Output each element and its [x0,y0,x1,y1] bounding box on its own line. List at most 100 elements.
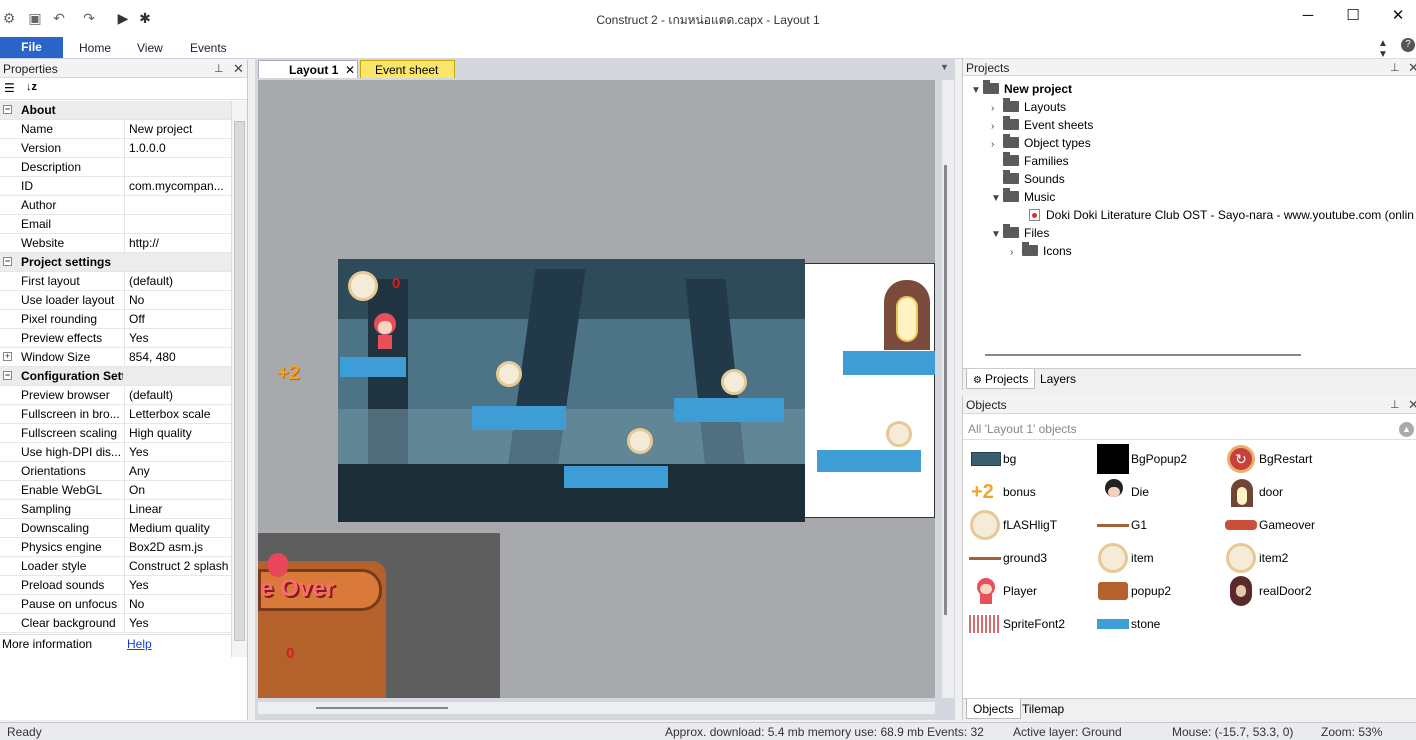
property-category[interactable]: −Configuration Settings [0,367,231,386]
property-row[interactable]: Author [0,196,231,215]
property-value[interactable] [124,196,231,214]
file-menu-button[interactable]: File [0,37,63,58]
tree-item-files[interactable]: ▼ Files [991,224,1049,240]
property-row[interactable]: Fullscreen in bro... Letterbox scale [0,405,231,424]
tree-item-sounds[interactable]: Sounds [991,170,1065,186]
property-value[interactable]: Yes [124,614,231,632]
close-window-icon[interactable]: ✕ [1376,4,1416,28]
property-value[interactable]: Box2D asm.js [124,538,231,556]
property-value[interactable]: Letterbox scale [124,405,231,423]
property-row[interactable]: Pixel rounding Off [0,310,231,329]
property-value[interactable]: New project [124,120,231,138]
property-row[interactable]: Sampling Linear [0,500,231,519]
pin-icon[interactable]: ⊥ [214,60,224,78]
property-row[interactable]: Downscaling Medium quality [0,519,231,538]
coin-item[interactable] [496,361,522,387]
property-row[interactable]: First layout (default) [0,272,231,291]
ribbon-collapse-icon[interactable]: ▲ ▼ [1378,38,1388,60]
coin-item[interactable] [886,421,912,447]
stone-platform[interactable] [564,466,668,488]
tree-item-event-sheets[interactable]: › Event sheets [991,116,1093,132]
property-row[interactable]: Physics engine Box2D asm.js [0,538,231,557]
coin-item[interactable] [721,369,747,395]
property-value[interactable]: Construct 2 splash [124,557,231,575]
property-row[interactable]: Use high-DPI dis... Yes [0,443,231,462]
property-value[interactable]: Yes [124,576,231,594]
property-row[interactable]: Preview effects Yes [0,329,231,348]
stone-platform[interactable] [843,351,935,375]
tab-view[interactable]: View [137,41,163,55]
minimize-icon[interactable]: ─ [1286,4,1330,28]
stone-platform[interactable] [817,450,921,472]
projects-hscrollbar[interactable] [985,354,1301,356]
popup-bg[interactable]: e Over 0 [258,533,500,698]
pin-icon[interactable]: ⊥ [1390,396,1400,414]
property-row[interactable]: Name New project [0,120,231,139]
property-row[interactable]: Fullscreen scaling High quality [0,424,231,443]
tree-item-families[interactable]: Families [991,152,1069,168]
stone-platform[interactable] [674,398,784,422]
property-row[interactable]: Pause on unfocus No [0,595,231,614]
door-sprite[interactable] [874,270,934,350]
bonus-text[interactable]: +2 [277,362,300,385]
property-category[interactable]: − About [0,101,231,120]
property-value[interactable]: 854, 480 [124,348,231,366]
maximize-icon[interactable]: ☐ [1331,4,1375,28]
score-text[interactable]: 0 [392,275,400,292]
collapse-icon[interactable]: − [3,257,12,266]
property-row[interactable]: Email [0,215,231,234]
property-value[interactable]: (default) [124,386,231,404]
pin-icon[interactable]: ⊥ [1390,59,1400,77]
layout-canvas[interactable]: +2 0 e Over 0 [258,80,935,698]
close-icon[interactable]: ✕ [1408,396,1416,414]
collapse-icon[interactable]: − [3,105,12,114]
tree-item-object-types[interactable]: › Object types [991,134,1091,150]
property-row[interactable]: Preload sounds Yes [0,576,231,595]
sort-az-icon[interactable]: ↓z [26,81,37,93]
tree-item-music-file[interactable]: Doki Doki Literature Club OST - Sayo-nar… [1029,208,1415,222]
property-value[interactable]: No [124,595,231,613]
property-row[interactable]: Version 1.0.0.0 [0,139,231,158]
property-row[interactable]: Clear background Yes [0,614,231,633]
property-category[interactable]: − Project settings [0,253,231,272]
coin-item[interactable] [627,428,653,454]
property-value[interactable]: No [124,291,231,309]
property-value[interactable]: com.mycompan... [124,177,231,195]
property-row[interactable]: Website http:// [0,234,231,253]
close-icon[interactable]: ✕ [1408,59,1416,77]
stone-platform[interactable] [472,406,566,430]
tab-event-sheet-1[interactable]: Event sheet 1 [360,60,455,95]
property-row[interactable]: + Window Size 854, 480 [0,348,231,367]
tab-home[interactable]: Home [79,41,111,55]
property-row[interactable]: Enable WebGL On [0,481,231,500]
property-value[interactable]: Yes [124,329,231,347]
help-icon[interactable]: ? [1401,38,1415,52]
close-tab-icon[interactable]: ✕ [345,61,355,79]
player-sprite[interactable] [371,313,397,353]
scroll-thumb[interactable] [316,707,448,709]
expand-icon[interactable]: + [3,352,12,361]
tab-dropdown-icon[interactable]: ▼ [940,62,949,72]
property-row[interactable]: ID com.mycompan... [0,177,231,196]
property-value[interactable]: Yes [124,443,231,461]
property-value[interactable]: Any [124,462,231,480]
tree-root[interactable]: ▼ New project [971,80,1072,96]
help-link[interactable]: Help [127,635,152,653]
editor-vscrollbar[interactable] [942,80,954,698]
close-icon[interactable]: ✕ [233,60,244,78]
property-row[interactable]: Description [0,158,231,177]
coin-item[interactable] [348,271,378,301]
property-value[interactable]: On [124,481,231,499]
property-value[interactable] [124,215,231,233]
property-value[interactable]: Off [124,310,231,328]
filter-up-icon[interactable]: ▲ [1399,422,1414,437]
property-value[interactable]: (default) [124,272,231,290]
tab-projects[interactable]: ⚙ Projects [966,369,1036,389]
properties-scrollbar[interactable] [231,101,247,657]
property-value[interactable]: Medium quality [124,519,231,537]
tree-item-icons[interactable]: › Icons [1010,242,1072,258]
property-value[interactable]: 1.0.0.0 [124,139,231,157]
collapse-icon[interactable]: − [3,371,12,380]
categorized-icon[interactable]: ☰ [4,81,15,95]
tab-events[interactable]: Events [190,41,227,55]
